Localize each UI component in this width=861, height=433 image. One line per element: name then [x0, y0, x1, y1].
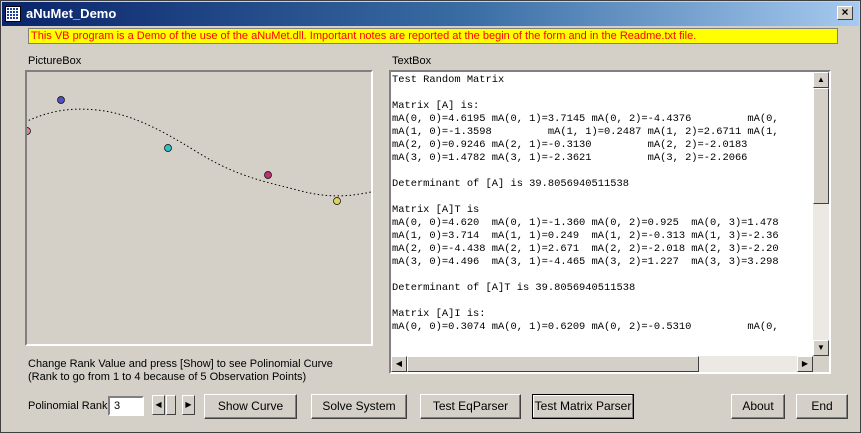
vertical-scroll-thumb[interactable] [813, 88, 829, 204]
observation-point-4 [264, 171, 272, 179]
hint-line-2: (Rank to go from 1 to 4 because of 5 Obs… [28, 371, 307, 383]
window-title: aNuMet_Demo [26, 6, 117, 21]
scroll-up-arrow-icon[interactable]: ▲ [813, 72, 829, 88]
close-button[interactable]: × [837, 6, 853, 20]
textbox-content[interactable]: Test Random Matrix Matrix [A] is: mA(0, 0)… [392, 74, 810, 354]
textbox-line: Matrix [A]T is [392, 204, 480, 216]
test-eqparser-button[interactable]: Test EqParser [420, 394, 521, 419]
test-matrix-parser-button[interactable]: Test Matrix Parser [532, 394, 634, 419]
textbox-line [392, 295, 810, 308]
textbox-line: Determinant of [A] is 39.8056940511538 [392, 178, 629, 190]
polynomial-plot [27, 96, 371, 205]
textbox-label: TextBox [392, 55, 432, 67]
scroll-left-arrow-icon[interactable]: ◀ [391, 356, 407, 372]
textbox-line: Matrix [A]I is: [392, 308, 486, 320]
rank-spin-separator[interactable] [166, 395, 176, 415]
textbox-line: mA(0, 0)=4.6195 mA(0, 1)=3.7145 mA(0, 2)… [392, 113, 779, 125]
rank-input[interactable]: 3 [108, 396, 144, 416]
textbox-line: mA(1, 0)=3.714 mA(1, 1)=0.249 mA(1, 2)=-… [392, 230, 779, 242]
hint-line-1: Change Rank Value and press [Show] to se… [28, 358, 333, 370]
textbox-line: mA(2, 0)=0.9246 mA(2, 1)=-0.3130 mA(2, 2… [392, 139, 748, 151]
observation-point-3 [164, 144, 172, 152]
textbox-line: mA(3, 0)=4.496 mA(3, 1)=-4.465 mA(3, 2)=… [392, 256, 779, 268]
textbox-line: mA(3, 0)=1.4782 mA(3, 1)=-2.3621 mA(3, 2… [392, 152, 748, 164]
horizontal-scrollbar[interactable]: ◀ ▶ [391, 356, 813, 372]
horizontal-scroll-thumb[interactable] [407, 356, 699, 372]
app-grid-icon [5, 6, 21, 22]
solve-system-button[interactable]: Solve System [311, 394, 407, 419]
scroll-right-arrow-icon[interactable]: ▶ [797, 356, 813, 372]
about-button[interactable]: About [731, 394, 785, 419]
picturebox-label: PictureBox [28, 55, 82, 67]
textbox-line: Test Random Matrix [392, 74, 505, 86]
observation-point-1 [27, 127, 31, 135]
output-textbox[interactable]: Test Random Matrix Matrix [A] is: mA(0, 0)… [389, 70, 831, 374]
textbox-line: Matrix [A] is: [392, 100, 480, 112]
scroll-down-arrow-icon[interactable]: ▼ [813, 340, 829, 356]
title-bar[interactable]: aNuMet_Demo × [2, 2, 859, 26]
rank-label: Polinomial Rank [28, 400, 108, 412]
rank-increase-button[interactable]: ▶ [182, 395, 195, 415]
show-curve-button[interactable]: Show Curve [204, 394, 297, 419]
textbox-line [392, 191, 810, 204]
textbox-line: Determinant of [A]T is 39.8056940511538 [392, 282, 636, 294]
textbox-line [392, 165, 810, 178]
textbox-line: mA(0, 0)=0.3074 mA(0, 1)=0.6209 mA(0, 2)… [392, 321, 779, 333]
picture-box [25, 70, 373, 346]
textbox-line: mA(0, 0)=4.620 mA(0, 1)=-1.360 mA(0, 2)=… [392, 217, 779, 229]
textbox-line: mA(2, 0)=-4.438 mA(2, 1)=2.671 mA(2, 2)=… [392, 243, 779, 255]
end-button[interactable]: End [796, 394, 848, 419]
textbox-line [392, 87, 810, 100]
scrollbar-corner [813, 356, 829, 372]
textbox-line [392, 269, 810, 282]
rank-decrease-button[interactable]: ◀ [152, 395, 165, 415]
textbox-line: mA(1, 0)=-1.3598 mA(1, 1)=0.2487 mA(1, 2… [392, 126, 779, 138]
notice-banner: This VB program is a Demo of the use of … [28, 28, 838, 44]
observation-point-5 [333, 197, 341, 205]
polynomial-curve [27, 108, 371, 197]
app-window: aNuMet_Demo × This VB program is a Demo … [0, 0, 861, 433]
vertical-scrollbar[interactable]: ▲ ▼ [813, 72, 829, 356]
observation-point-2 [57, 96, 65, 104]
